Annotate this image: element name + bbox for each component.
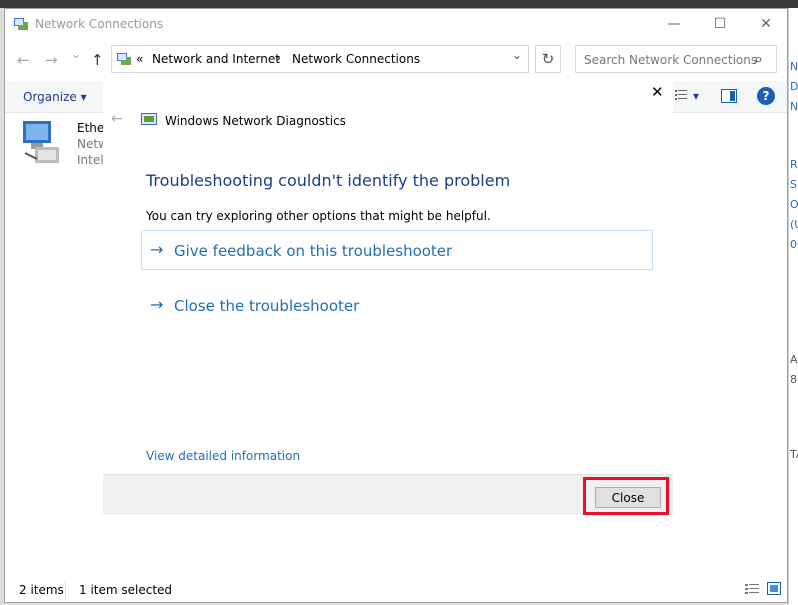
give-feedback-option[interactable]: → Give feedback on this troubleshooter xyxy=(141,230,653,270)
troubleshoot-heading: Troubleshooting couldn't identify the pr… xyxy=(146,171,511,190)
strip-text: 00 xyxy=(790,238,798,251)
address-bar[interactable]: « Network and Internet › Network Connect… xyxy=(111,45,529,73)
network-connections-window: Network Connections — ☐ ✕ ← → ⌄ ↑ « Netw… xyxy=(4,8,788,603)
preview-pane-icon[interactable] xyxy=(721,89,737,106)
control-panel-icon xyxy=(116,51,132,70)
refresh-icon: ↻ xyxy=(541,50,555,68)
large-icons-view-icon[interactable] xyxy=(767,582,781,598)
strip-text: A xyxy=(790,353,798,366)
strip-text: N xyxy=(790,60,798,73)
arrow-right-icon: → xyxy=(150,295,164,314)
close-troubleshooter-label: Close the troubleshooter xyxy=(174,297,360,315)
change-view-icon[interactable] xyxy=(675,89,687,104)
status-bar: 2 items 1 item selected xyxy=(5,579,787,603)
organize-label: Organize xyxy=(23,90,77,104)
breadcrumb-network-connections[interactable]: Network Connections xyxy=(292,52,420,66)
details-view-icon[interactable] xyxy=(745,583,759,598)
close-window-button[interactable]: ✕ xyxy=(743,9,789,39)
background-window-strip: N D N R S O (U 00 A 8 TA xyxy=(788,8,798,605)
breadcrumb-separator-icon[interactable]: › xyxy=(276,51,281,65)
diagnostics-icon xyxy=(141,113,157,130)
search-icon[interactable]: ⌕ xyxy=(754,49,763,69)
navigation-bar: ← → ⌄ ↑ « Network and Internet › Network… xyxy=(5,43,787,77)
maximize-icon: ☐ xyxy=(713,16,727,32)
strip-text: (U xyxy=(790,218,798,231)
strip-text: R xyxy=(790,158,798,171)
desktop-top-bar xyxy=(0,0,798,8)
strip-text: N xyxy=(790,100,798,113)
recent-locations-icon[interactable]: ⌄ xyxy=(71,47,81,61)
arrow-right-icon: → xyxy=(150,240,164,259)
diagnostics-dialog: ✕ ← Windows Network Diagnostics Troubles… xyxy=(103,79,673,515)
back-icon[interactable]: ← xyxy=(17,51,30,69)
give-feedback-label: Give feedback on this troubleshooter xyxy=(174,242,453,260)
minimize-button[interactable]: — xyxy=(651,9,697,39)
dialog-close-icon[interactable]: ✕ xyxy=(651,83,664,101)
ethernet-adapter-icon xyxy=(21,119,61,168)
organize-button[interactable]: Organize ▾ xyxy=(23,90,87,104)
view-options-chevron-icon[interactable]: ▾ xyxy=(693,89,699,103)
strip-text: O xyxy=(790,198,798,211)
window-title: Network Connections xyxy=(35,17,164,31)
strip-text: 8 xyxy=(790,373,797,386)
selection-count: 1 item selected xyxy=(79,583,173,597)
status-divider xyxy=(65,581,66,599)
dialog-back-icon[interactable]: ← xyxy=(111,111,123,127)
breadcrumb-overflow-icon[interactable]: « xyxy=(136,52,143,66)
close-button[interactable]: Close xyxy=(595,487,661,508)
minimize-icon: — xyxy=(667,16,681,32)
strip-text: S xyxy=(790,178,797,191)
address-dropdown-icon[interactable]: ⌄ xyxy=(512,48,522,62)
view-detailed-information-link[interactable]: View detailed information xyxy=(146,449,300,463)
search-box[interactable]: Search Network Connections ⌕ xyxy=(575,45,777,73)
strip-text: D xyxy=(790,80,798,93)
close-troubleshooter-option[interactable]: → Close the troubleshooter xyxy=(141,287,653,323)
help-icon[interactable]: ? xyxy=(757,87,775,105)
item-count: 2 items xyxy=(19,583,64,597)
maximize-button[interactable]: ☐ xyxy=(697,9,743,39)
refresh-button[interactable]: ↻ xyxy=(535,45,561,73)
network-connections-icon xyxy=(13,16,29,35)
chevron-down-icon: ▾ xyxy=(80,90,87,104)
troubleshoot-subtext: You can try exploring other options that… xyxy=(146,209,491,223)
forward-icon[interactable]: → xyxy=(45,51,58,69)
search-input[interactable]: Search Network Connections xyxy=(584,53,757,67)
title-bar: Network Connections — ☐ ✕ xyxy=(5,9,787,39)
breadcrumb-network-and-internet[interactable]: Network and Internet xyxy=(152,52,280,66)
strip-text: TA xyxy=(790,448,798,461)
up-icon[interactable]: ↑ xyxy=(91,51,104,69)
dialog-title: Windows Network Diagnostics xyxy=(165,114,346,128)
dialog-footer: Close xyxy=(103,474,673,515)
close-icon: ✕ xyxy=(760,16,772,32)
